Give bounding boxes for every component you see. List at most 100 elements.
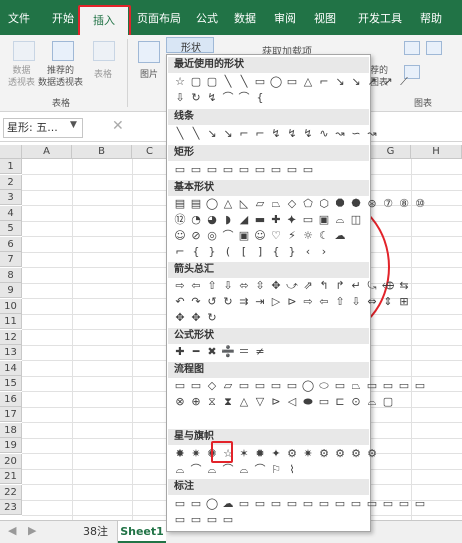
column-header[interactable]: B: [72, 145, 132, 159]
shape-option[interactable]: ▭: [189, 379, 203, 392]
row-header[interactable]: 17: [0, 407, 22, 422]
pivot-table-button[interactable]: 数据 透视表: [8, 65, 35, 89]
shape-option[interactable]: ╲: [189, 127, 203, 140]
shape-option[interactable]: ▭: [333, 497, 347, 510]
shape-option[interactable]: ▭: [269, 497, 283, 510]
shape-option[interactable]: ✥: [269, 279, 283, 292]
tab-data[interactable]: 数据: [230, 9, 260, 29]
shape-option[interactable]: ▭: [301, 163, 315, 176]
shape-option[interactable]: ↱: [333, 279, 347, 292]
shape-option[interactable]: ⇧: [205, 279, 219, 292]
shape-option[interactable]: ━: [189, 345, 203, 358]
shape-option[interactable]: ⇔: [365, 295, 379, 308]
shape-option[interactable]: ⧗: [221, 395, 235, 408]
shape-option[interactable]: ✷: [189, 447, 203, 460]
shape-option[interactable]: ╲: [221, 75, 235, 88]
shape-option[interactable]: ◎: [205, 229, 219, 242]
row-header[interactable]: 1: [0, 159, 22, 174]
shape-option[interactable]: ◔: [189, 213, 203, 226]
shape-option[interactable]: ▭: [253, 497, 267, 510]
shape-option[interactable]: ▭: [221, 163, 235, 176]
shape-option[interactable]: ↶: [173, 295, 187, 308]
shape-option[interactable]: ⏢: [349, 379, 363, 392]
row-header[interactable]: 21: [0, 469, 22, 484]
shape-option[interactable]: ↻: [205, 311, 219, 324]
shape-option[interactable]: ⑫: [173, 213, 187, 226]
column-header[interactable]: G: [371, 145, 411, 159]
shape-option[interactable]: ↯: [205, 91, 219, 104]
shape-option[interactable]: ⚐: [269, 463, 283, 476]
shape-option[interactable]: }: [205, 245, 219, 258]
nav-left-icon[interactable]: ◀: [8, 524, 16, 537]
shape-option[interactable]: ⌓: [237, 463, 251, 476]
shape-option[interactable]: ⬲: [381, 279, 395, 292]
column-header[interactable]: A: [22, 145, 72, 159]
shape-option[interactable]: ✷: [301, 447, 315, 460]
shape-option[interactable]: ◇: [285, 197, 299, 210]
row-header[interactable]: 3: [0, 190, 22, 205]
shape-option[interactable]: ↗: [365, 75, 379, 88]
tab-review[interactable]: 审阅: [270, 9, 300, 29]
shape-option[interactable]: ▭: [253, 163, 267, 176]
shape-option[interactable]: ▭: [253, 379, 267, 392]
shape-option[interactable]: ↘: [221, 127, 235, 140]
shape-option[interactable]: ⌒: [221, 91, 235, 104]
shape-option[interactable]: ☼: [301, 229, 315, 242]
shape-option[interactable]: ⇳: [253, 279, 267, 292]
shape-option[interactable]: ▭: [413, 379, 427, 392]
shape-option[interactable]: ⊳: [269, 395, 283, 408]
shape-option[interactable]: ▤: [189, 197, 203, 210]
shape-option[interactable]: ⟋: [397, 75, 411, 88]
row-header[interactable]: 8: [0, 267, 22, 283]
shape-option[interactable]: ⑧: [397, 197, 411, 210]
shape-option[interactable]: ▭: [317, 497, 331, 510]
shape-option[interactable]: △: [237, 395, 251, 408]
shape-option[interactable]: ⚙: [333, 447, 347, 460]
shape-option[interactable]: ▭: [285, 379, 299, 392]
row-header[interactable]: 7: [0, 252, 22, 267]
cancel-icon[interactable]: ✕: [112, 118, 124, 134]
row-header[interactable]: 10: [0, 298, 22, 314]
shape-option[interactable]: ▭: [253, 75, 267, 88]
sheet-tab-active[interactable]: Sheet1: [118, 521, 166, 543]
shape-option[interactable]: ⊳: [285, 295, 299, 308]
row-header[interactable]: 14: [0, 360, 22, 376]
shape-option[interactable]: ✶: [237, 447, 251, 460]
shape-option[interactable]: ↻: [189, 91, 203, 104]
shape-option[interactable]: ⯌: [285, 213, 299, 226]
shape-option[interactable]: ↗: [381, 75, 395, 88]
shape-option[interactable]: ⊏: [333, 395, 347, 408]
shape-option[interactable]: }: [285, 245, 299, 258]
row-header[interactable]: 12: [0, 329, 22, 345]
shape-option[interactable]: ↰: [317, 279, 331, 292]
shape-option[interactable]: ⯃: [333, 197, 347, 210]
shape-option[interactable]: ╲: [173, 127, 187, 140]
shapes-button[interactable]: 形状: [166, 37, 214, 54]
shape-option[interactable]: ⊙: [349, 395, 363, 408]
shape-option[interactable]: ✖: [205, 345, 219, 358]
shape-option[interactable]: ▬: [253, 213, 267, 226]
shape-option[interactable]: ⇉: [237, 295, 251, 308]
shape-option[interactable]: ▭: [397, 497, 411, 510]
select-all-corner[interactable]: [0, 145, 22, 159]
tab-page-layout[interactable]: 页面布局: [134, 9, 184, 29]
shape-option[interactable]: ▭: [333, 379, 347, 392]
shape-option[interactable]: ▭: [301, 497, 315, 510]
column-header[interactable]: H: [411, 145, 462, 159]
shape-option[interactable]: {: [253, 91, 267, 104]
shape-option[interactable]: ▷: [269, 295, 283, 308]
shape-option[interactable]: ⇩: [221, 279, 235, 292]
shape-option[interactable]: ⌒: [189, 463, 203, 476]
shape-option[interactable]: ✚: [173, 345, 187, 358]
shape-option[interactable]: ⇗: [301, 279, 315, 292]
shape-option[interactable]: ✸: [173, 447, 187, 460]
shape-option[interactable]: ⌐: [317, 75, 331, 88]
shape-option[interactable]: ▭: [189, 513, 203, 526]
shape-option[interactable]: ⬠: [301, 197, 315, 210]
shape-option[interactable]: ▭: [221, 513, 235, 526]
shape-option[interactable]: ↝: [333, 127, 347, 140]
shape-option[interactable]: ▭: [349, 497, 363, 510]
shape-option[interactable]: ⌒: [221, 229, 235, 242]
shape-option[interactable]: ⌐: [173, 245, 187, 258]
recommended-pivot-button[interactable]: 推荐的 数据透视表: [38, 65, 83, 89]
